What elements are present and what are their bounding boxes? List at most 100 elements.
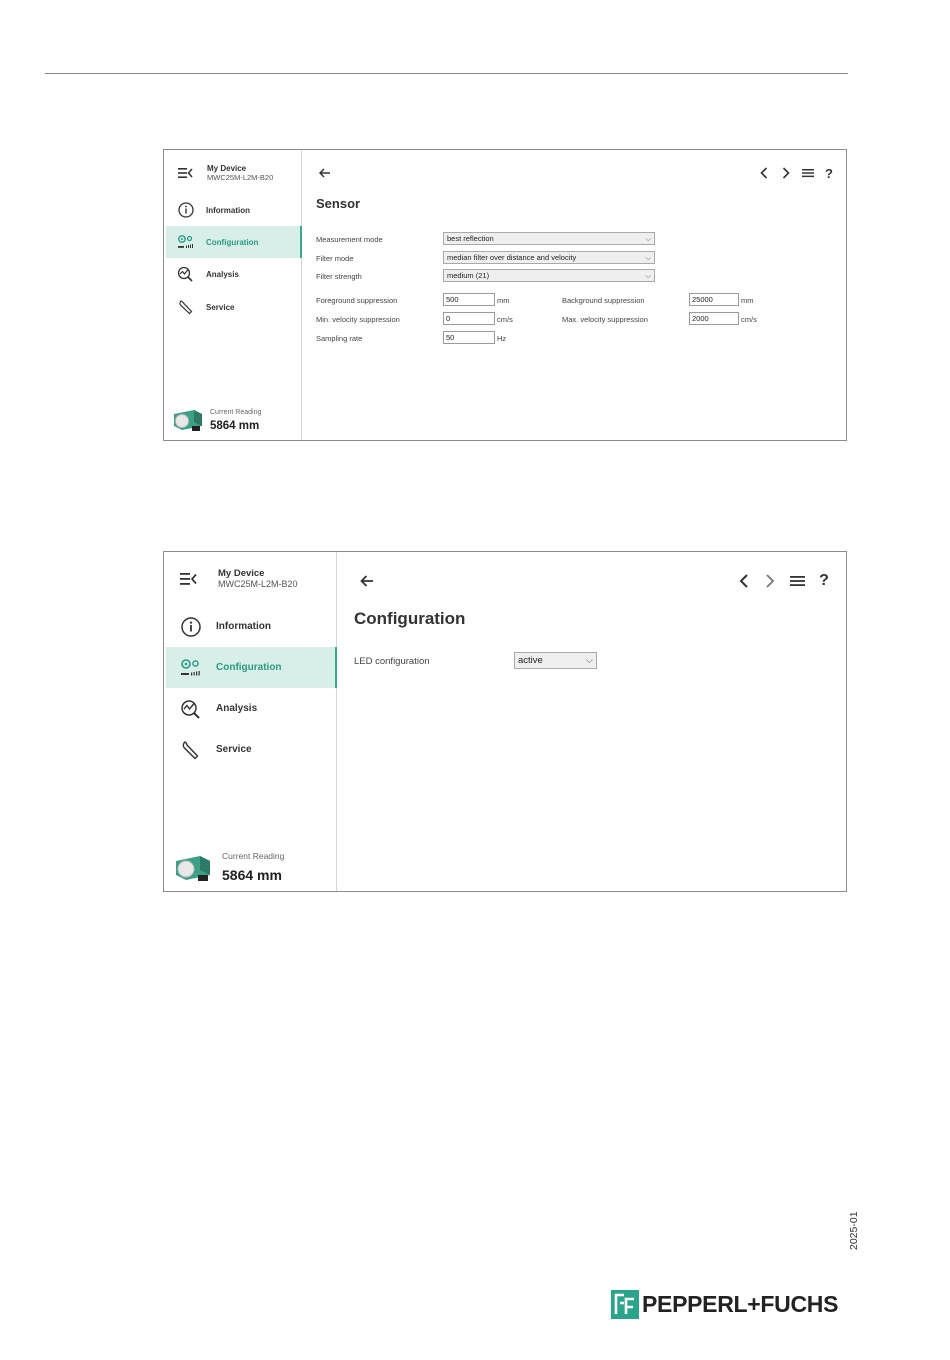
sidebar: My Device MWC25M-L2M-B20 Information Con…	[164, 552, 337, 891]
info-icon	[166, 616, 216, 637]
current-reading: Current Reading 5864 mm	[170, 408, 261, 432]
chevron-right-icon	[766, 574, 775, 588]
chevron-down-icon: ⌵	[645, 233, 651, 243]
nav-information[interactable]: Information	[166, 194, 301, 226]
filter-mode-label: Filter mode	[316, 254, 354, 263]
nav-configuration[interactable]: Configuration	[166, 647, 337, 688]
chevron-right-icon	[782, 167, 790, 179]
nav-analysis-label: Analysis	[206, 269, 239, 279]
nav-analysis[interactable]: Analysis	[166, 258, 301, 290]
current-reading-value: 5864 mm	[210, 420, 260, 432]
nav-information[interactable]: Information	[166, 606, 336, 647]
info-icon	[166, 202, 206, 218]
previous-button[interactable]	[735, 571, 753, 591]
next-button[interactable]	[761, 571, 779, 591]
chevron-down-icon: ⌵	[645, 252, 651, 262]
device-title: My Device	[218, 568, 265, 579]
background-suppression-unit: mm	[741, 296, 754, 305]
filter-strength-select[interactable]: medium (21) ⌵	[443, 269, 655, 282]
device-header[interactable]: My Device MWC25M-L2M-B20	[178, 164, 273, 182]
device-header[interactable]: My Device MWC25M-L2M-B20	[180, 568, 298, 589]
current-reading-label: Current Reading	[210, 409, 262, 416]
previous-button[interactable]	[756, 164, 772, 182]
led-configuration-label: LED configuration	[354, 656, 430, 667]
measurement-mode-label: Measurement mode	[316, 235, 383, 244]
filter-strength-value: medium (21)	[447, 271, 490, 280]
nav-configuration[interactable]: Configuration	[166, 226, 302, 258]
max-velocity-suppression-unit: cm/s	[741, 315, 757, 324]
foreground-suppression-input[interactable]: 500	[443, 293, 495, 306]
page-title: Configuration	[354, 609, 466, 628]
nav-service[interactable]: Service	[166, 729, 336, 770]
device-model: MWC25M-L2M-B20	[207, 173, 274, 182]
nav-service[interactable]: Service	[166, 291, 301, 323]
filter-strength-label: Filter strength	[316, 272, 362, 281]
sampling-rate-input[interactable]: 50	[443, 331, 495, 344]
nav-information-label: Information	[216, 621, 271, 632]
menu-icon	[789, 576, 805, 586]
nav-configuration-label: Configuration	[216, 662, 282, 673]
date-code: 2025-01	[848, 1211, 860, 1250]
nav-service-label: Service	[216, 744, 252, 755]
back-button[interactable]	[357, 571, 377, 591]
foreground-suppression-label: Foreground suppression	[316, 296, 398, 305]
sampling-rate-unit: Hz	[497, 334, 507, 343]
help-button[interactable]: ?	[815, 571, 833, 591]
chevron-down-icon: ⌵	[585, 655, 593, 666]
analysis-icon	[166, 699, 216, 719]
measurement-mode-select[interactable]: best reflection ⌵	[443, 232, 655, 245]
led-configuration-value: active	[518, 655, 543, 666]
led-configuration-select[interactable]: active ⌵	[514, 652, 597, 669]
back-button[interactable]	[316, 164, 334, 182]
chevron-left-icon	[739, 574, 748, 588]
collapse-menu-icon[interactable]	[178, 167, 194, 179]
next-button[interactable]	[778, 164, 794, 182]
back-arrow-icon	[319, 168, 330, 178]
pepperl-fuchs-logo-icon	[611, 1290, 639, 1319]
nav-information-label: Information	[206, 205, 250, 215]
device-model: MWC25M-L2M-B20	[218, 579, 298, 589]
sampling-rate-label: Sampling rate	[316, 334, 363, 343]
help-button[interactable]: ?	[821, 164, 837, 182]
sidebar: My Device MWC25M-L2M-B20 Information Con…	[164, 150, 302, 440]
brand-logo: PEPPERL+FUCHS	[611, 1290, 838, 1319]
background-suppression-input[interactable]: 25000	[689, 293, 739, 306]
nav-configuration-label: Configuration	[206, 237, 259, 247]
measurement-mode-value: best reflection	[447, 234, 494, 243]
sensor-screenshot: My Device MWC25M-L2M-B20 Information Con…	[163, 149, 847, 441]
nav-analysis[interactable]: Analysis	[166, 688, 336, 729]
collapse-menu-icon[interactable]	[180, 572, 198, 586]
min-velocity-suppression-label: Min. velocity suppression	[316, 315, 400, 324]
min-velocity-suppression-input[interactable]: 0	[443, 312, 495, 325]
chevron-down-icon: ⌵	[645, 270, 651, 280]
device-title: My Device	[207, 164, 247, 173]
wrench-icon	[166, 299, 206, 315]
foreground-suppression-unit: mm	[497, 296, 510, 305]
brand-name: PEPPERL+FUCHS	[642, 1291, 839, 1317]
filter-mode-select[interactable]: median filter over distance and velocity…	[443, 251, 655, 264]
sensor-device-image	[176, 856, 210, 881]
menu-button[interactable]	[800, 164, 816, 182]
active-indicator	[335, 647, 337, 688]
chevron-left-icon	[760, 167, 768, 179]
menu-icon	[802, 169, 814, 178]
configuration-screenshot: My Device MWC25M-L2M-B20 Information Con…	[163, 551, 847, 892]
sensor-device-image	[174, 410, 202, 431]
header-rule	[45, 73, 848, 74]
menu-button[interactable]	[788, 571, 806, 591]
nav-service-label: Service	[206, 302, 235, 312]
current-reading: Current Reading 5864 mm	[172, 851, 284, 883]
max-velocity-suppression-input[interactable]: 2000	[689, 312, 739, 325]
wrench-icon	[166, 740, 216, 760]
back-arrow-icon	[360, 575, 373, 587]
background-suppression-label: Background suppression	[562, 296, 645, 305]
analysis-icon	[166, 266, 206, 282]
current-reading-value: 5864 mm	[222, 867, 282, 883]
page-title: Sensor	[316, 196, 361, 211]
max-velocity-suppression-label: Max. velocity suppression	[562, 315, 648, 324]
active-indicator	[300, 226, 302, 258]
configuration-icon	[166, 658, 216, 678]
filter-mode-value: median filter over distance and velocity	[447, 253, 577, 262]
min-velocity-suppression-unit: cm/s	[497, 315, 513, 324]
current-reading-label: Current Reading	[222, 851, 285, 861]
